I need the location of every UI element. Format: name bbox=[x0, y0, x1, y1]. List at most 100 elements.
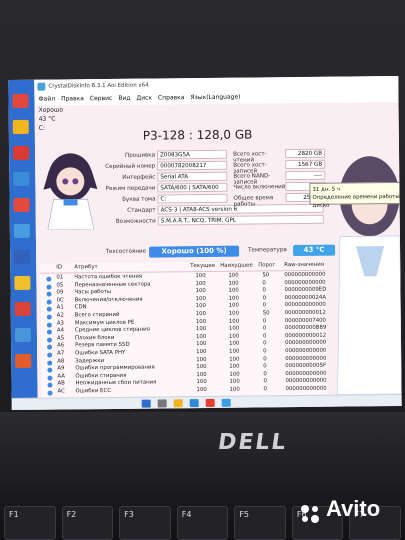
desktop-icon[interactable] bbox=[13, 223, 30, 239]
interface-label: Интерфейс bbox=[122, 174, 156, 181]
cell-current: 100 bbox=[196, 386, 207, 394]
cell-threshold: 50 bbox=[262, 272, 270, 279]
start-icon[interactable] bbox=[141, 399, 151, 408]
cell-id: A5 bbox=[56, 335, 65, 342]
desktop-icon[interactable] bbox=[12, 119, 29, 135]
drive-tab-status: Хорошо bbox=[38, 106, 64, 114]
cell-attribute: Всего стираний bbox=[74, 311, 120, 319]
cell-raw: 000000000000 bbox=[285, 370, 327, 377]
cell-raw: 000000000000 bbox=[284, 302, 326, 309]
cell-raw: 0000000009ED bbox=[284, 286, 327, 294]
cell-raw: 000000000000 bbox=[284, 271, 326, 279]
col-attribute[interactable]: Атрибут bbox=[74, 264, 97, 270]
health-status-badge[interactable]: Хорошо (100 %) bbox=[149, 245, 240, 258]
cell-id: AC bbox=[57, 388, 65, 395]
cell-id: A4 bbox=[56, 327, 65, 334]
cell-worst: 100 bbox=[228, 295, 239, 302]
cell-raw: 000000000000 bbox=[285, 340, 327, 347]
cell-threshold: 0 bbox=[262, 287, 266, 294]
cell-worst: 100 bbox=[228, 318, 240, 325]
cell-threshold: 0 bbox=[262, 295, 267, 302]
cell-raw: 000000000B89 bbox=[284, 324, 327, 332]
desktop-icon[interactable] bbox=[14, 275, 31, 290]
cell-threshold: 0 bbox=[262, 317, 267, 324]
cell-threshold: 0 bbox=[263, 371, 267, 378]
cell-threshold: 0 bbox=[262, 333, 267, 340]
taskbar-app-icon[interactable] bbox=[221, 398, 231, 407]
col-id[interactable]: ID bbox=[56, 264, 62, 270]
status-dot-icon bbox=[47, 360, 53, 366]
cell-raw: 000000000000 bbox=[285, 355, 327, 362]
menu-service[interactable]: Сервис bbox=[90, 93, 113, 105]
key-f4[interactable]: F4 bbox=[176, 506, 229, 540]
cell-worst: 100 bbox=[229, 379, 240, 386]
menu-help[interactable]: Справка bbox=[158, 92, 185, 104]
desktop-icon[interactable] bbox=[14, 301, 31, 316]
crystaldiskinfo-window: CrystalDiskInfo 8.3.1 Aoi Edition x64 Фа… bbox=[34, 75, 402, 398]
laptop-screen: CrystalDiskInfo 8.3.1 Aoi Edition x64 Фа… bbox=[8, 75, 402, 411]
cell-worst: 100 bbox=[229, 356, 240, 363]
cell-id: A6 bbox=[57, 342, 65, 349]
menu-file[interactable]: Файл bbox=[38, 94, 55, 106]
host-reads-value: 2820 GB bbox=[285, 148, 326, 159]
desktop-icon[interactable] bbox=[12, 145, 30, 161]
host-writes-value: 1567 GB bbox=[285, 159, 326, 170]
menu-edit[interactable]: Правка bbox=[61, 93, 84, 105]
cell-id: A8 bbox=[57, 358, 65, 365]
key-f2[interactable]: F2 bbox=[61, 506, 114, 540]
transfer-mode-value: SATA/600 | SATA/600 bbox=[157, 182, 228, 193]
status-dot-icon bbox=[47, 344, 53, 351]
cell-raw: 000000007400 bbox=[284, 317, 327, 324]
cell-worst: 100 bbox=[228, 287, 239, 294]
cell-id: A9 bbox=[57, 365, 65, 372]
desktop-icon[interactable] bbox=[14, 327, 32, 342]
cell-id: 09 bbox=[56, 289, 64, 296]
key-f5[interactable]: F5 bbox=[234, 506, 286, 540]
taskbar-app-icon[interactable] bbox=[205, 398, 215, 408]
cell-threshold: 0 bbox=[263, 363, 267, 370]
cell-threshold: 0 bbox=[263, 348, 267, 355]
cell-id: AA bbox=[57, 373, 65, 380]
col-current[interactable]: Текущее bbox=[190, 263, 215, 269]
cell-attribute: Неожиданные сбои питания bbox=[75, 379, 157, 387]
key-f3[interactable]: F3 bbox=[119, 506, 171, 540]
desktop-icon[interactable] bbox=[13, 171, 30, 187]
key-f1[interactable]: F1 bbox=[4, 506, 56, 540]
drive-letter-value: C: bbox=[157, 193, 228, 204]
cell-threshold: 0 bbox=[262, 279, 266, 286]
cell-raw: 000000000000 bbox=[285, 378, 327, 385]
desktop-icon[interactable] bbox=[12, 93, 29, 109]
menu-disk[interactable]: Диск bbox=[136, 93, 152, 105]
cell-current: 100 bbox=[195, 326, 207, 333]
cell-raw: 000000000000 bbox=[284, 279, 326, 286]
col-worst[interactable]: Наихудшее bbox=[220, 263, 253, 269]
cell-attribute: Задержки bbox=[75, 357, 105, 364]
col-threshold[interactable]: Порог bbox=[258, 262, 275, 268]
taskbar-app-icon[interactable] bbox=[173, 399, 183, 408]
menu-view[interactable]: Вид bbox=[118, 93, 130, 105]
menu-language[interactable]: Язык(Language) bbox=[190, 92, 240, 105]
status-dot-icon bbox=[47, 375, 53, 381]
status-dot-icon bbox=[47, 367, 53, 373]
cell-current: 100 bbox=[195, 310, 207, 318]
tooltip: 31 дн. 5 ч Определение времени работы ди… bbox=[309, 181, 402, 209]
col-raw[interactable]: Raw-значения bbox=[284, 262, 324, 268]
taskbar-app-icon[interactable] bbox=[157, 399, 167, 408]
desktop-icon[interactable] bbox=[13, 197, 30, 213]
cell-worst: 100 bbox=[228, 272, 239, 279]
firmware-value: Z0083G5A bbox=[157, 149, 228, 160]
cell-current: 100 bbox=[196, 379, 207, 386]
desktop-icon[interactable] bbox=[14, 249, 31, 264]
cell-attribute: Включения/отключения bbox=[74, 296, 143, 304]
drive-tab[interactable]: Хорошо 43 °C C: bbox=[38, 105, 71, 131]
cell-raw: 000000000000 bbox=[285, 385, 327, 393]
taskbar-app-icon[interactable] bbox=[189, 399, 199, 408]
serial-value: 0000782008217 bbox=[157, 160, 228, 171]
cell-attribute: Средние циклов стирания bbox=[74, 326, 150, 334]
cell-threshold: 50 bbox=[262, 310, 270, 317]
mascot-illustration bbox=[43, 153, 98, 230]
cell-worst: 100 bbox=[228, 325, 240, 332]
desktop-icon[interactable] bbox=[15, 353, 32, 368]
brand-logo: DELL bbox=[216, 430, 290, 455]
cell-worst: 100 bbox=[229, 341, 240, 348]
